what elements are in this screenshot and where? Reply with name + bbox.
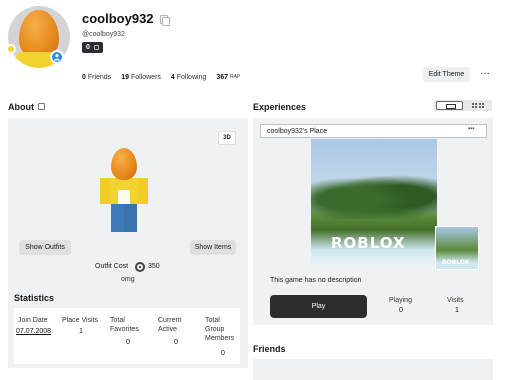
avatar-left-leg xyxy=(111,204,124,232)
following-stat[interactable]: 4 Following xyxy=(171,74,206,81)
friends-count: 0 xyxy=(82,74,86,81)
thumbnail-logo: ROBLOX xyxy=(331,234,406,252)
stat-current-active-value: 0 xyxy=(174,339,178,346)
following-count: 4 xyxy=(170,74,175,81)
place-thumbnail-secondary[interactable]: ROBLOX xyxy=(435,226,479,270)
friends-label: Friends xyxy=(87,74,112,81)
stat-total-favorites-value: 0 xyxy=(126,339,130,346)
show-outfits-button[interactable]: Show Outfits xyxy=(19,240,71,255)
friends-title: Friends xyxy=(253,344,286,354)
rap-stat: 367 RAP xyxy=(216,74,240,81)
avatar-right-arm xyxy=(138,178,148,204)
stat-join-date-value: 07.07.2008 xyxy=(16,328,52,335)
user-status-icon xyxy=(50,50,64,64)
place-thumbnail[interactable]: ROBLOX xyxy=(311,139,437,265)
about-title: About xyxy=(8,102,34,112)
followers-count: 19 xyxy=(121,74,129,81)
place-name: coolboy932's Place xyxy=(267,128,328,135)
stat-current-active-label: Current Active xyxy=(158,317,182,333)
avatar-shirt xyxy=(118,190,130,204)
robux-badge: 0 xyxy=(82,42,103,53)
following-label: Following xyxy=(176,74,207,81)
edit-pencil-icon[interactable] xyxy=(38,103,45,110)
visits-value: 1 xyxy=(455,307,459,314)
friends-panel xyxy=(253,359,493,380)
username: @coolboy932 xyxy=(82,31,125,38)
playing-label: Playing xyxy=(389,297,412,304)
more-options-icon[interactable]: ··· xyxy=(480,68,490,79)
outfit-cost-label: Outfit Cost xyxy=(95,263,129,270)
copy-icon[interactable] xyxy=(160,15,170,26)
stat-group-members-label: Total Group Members xyxy=(205,317,235,342)
visits-label: Visits xyxy=(447,297,464,304)
avatar-left-arm xyxy=(100,178,110,204)
statistics-table: Join Date 07.07.2008 Place Visits 1 Tota… xyxy=(14,308,240,364)
robux-hex-icon xyxy=(94,45,99,50)
view-toggle xyxy=(434,100,492,111)
view-3d-button[interactable]: 3D xyxy=(218,131,236,145)
slideshow-view-icon[interactable] xyxy=(436,101,463,110)
statistics-title: Statistics xyxy=(14,293,55,303)
place-description: This game has no description xyxy=(270,277,362,284)
thumbnail-scenery xyxy=(311,169,437,219)
playing-value: 0 xyxy=(399,307,403,314)
avatar-egg-head xyxy=(111,148,137,180)
display-name: coolboy932 xyxy=(82,11,154,26)
profile-stats: 0 Friends 19 Followers 4 Following 367 R… xyxy=(82,74,240,81)
experiences-title: Experiences xyxy=(253,102,307,112)
robux-icon xyxy=(135,262,145,272)
stat-place-visits-value: 1 xyxy=(79,328,83,335)
show-items-button[interactable]: Show Items xyxy=(190,240,236,255)
outfit-cost-value: 350 xyxy=(148,263,160,270)
rap-label: RAP xyxy=(229,74,241,80)
premium-icon xyxy=(6,44,16,54)
grid-view-icon[interactable] xyxy=(472,103,484,108)
robux-badge-value: 0 xyxy=(86,44,90,51)
avatar-right-leg xyxy=(124,204,137,232)
followers-stat[interactable]: 19 Followers xyxy=(121,74,161,81)
thumbnail-logo-small: ROBLOX xyxy=(442,259,470,266)
rap-value: 367 xyxy=(216,74,229,81)
stat-total-favorites-label: Total Favorites xyxy=(110,317,139,333)
stat-group-members-value: 0 xyxy=(221,350,225,357)
followers-label: Followers xyxy=(130,74,161,81)
friends-stat[interactable]: 0 Friends xyxy=(82,74,111,81)
stat-place-visits-label: Place Visits xyxy=(62,317,99,324)
outfit-name: omg xyxy=(121,276,135,283)
place-menu-icon[interactable]: ▪▪▪ xyxy=(468,126,474,132)
play-button[interactable]: Play xyxy=(270,295,367,318)
place-title-bar[interactable]: coolboy932's Place xyxy=(260,124,487,138)
stat-join-date-label: Join Date xyxy=(18,317,48,324)
edit-theme-button[interactable]: Edit Theme xyxy=(423,67,470,82)
